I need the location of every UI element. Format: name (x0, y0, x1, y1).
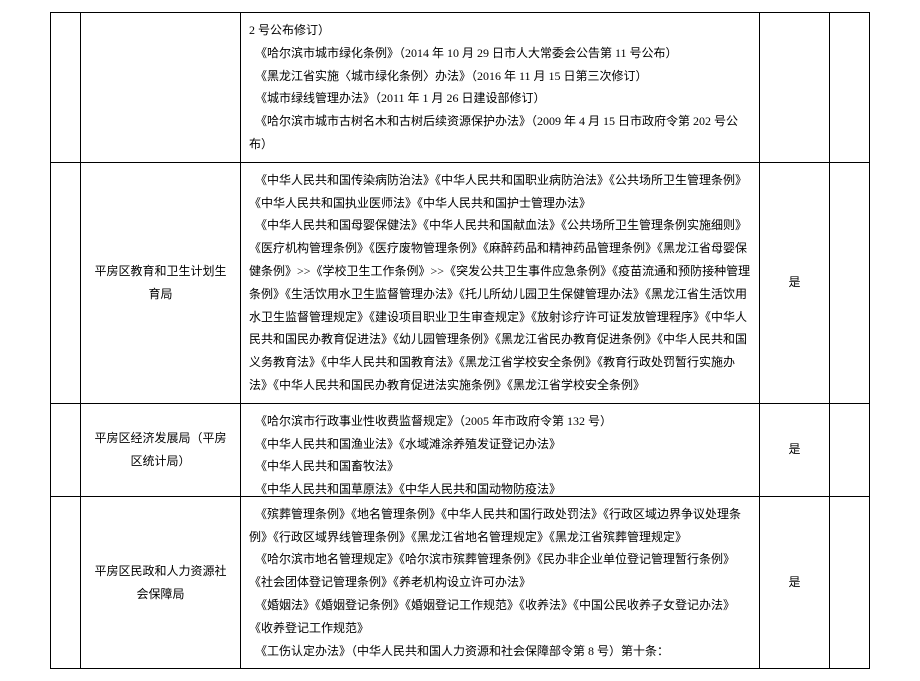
content-line: 《殡葬管理条例》《地名管理条例》《中华人民共和国行政处罚法》《行政区域边界争议处… (249, 503, 751, 549)
flag-text: 是 (788, 442, 800, 456)
content-line: 2 号公布修订） (249, 19, 751, 42)
cell-index (51, 13, 81, 163)
content-line: 《哈尔滨市城市古树名木和古树后续资源保护办法》（2009 年 4 月 15 日市… (249, 110, 751, 156)
table-row: 平房区教育和卫生计划生育局 《中华人民共和国传染病防治法》《中华人民共和国职业病… (51, 162, 870, 403)
content-line: 《中华人民共和国母婴保健法》《中华人民共和国献血法》《公共场所卫生管理条例实施细… (249, 214, 751, 396)
dept-text: 平房区民政和人力资源社会保障局 (94, 564, 226, 601)
content-line: 《哈尔滨市行政事业性收费监督规定》（2005 年市政府令第 132 号） (249, 410, 751, 433)
content-line: 《婚姻法》《婚姻登记条例》《婚姻登记工作规范》《收养法》《中国公民收养子女登记办… (249, 594, 751, 640)
content-line: 《中华人民共和国草原法》《中华人民共和国动物防疫法》 (249, 478, 751, 496)
content-line: 《黑龙江省实施〈城市绿化条例〉办法》（2016 年 11 月 15 日第三次修订… (249, 65, 751, 88)
table-row: 平房区经济发展局（平房区统计局） 《哈尔滨市行政事业性收费监督规定》（2005 … (51, 403, 870, 496)
cell-flag: 是 (760, 162, 830, 403)
table-body: 2 号公布修订） 《哈尔滨市城市绿化条例》（2014 年 10 月 29 日市人… (51, 13, 870, 669)
flag-text: 是 (788, 275, 800, 289)
content-line: 《哈尔滨市城市绿化条例》（2014 年 10 月 29 日市人大常委会公告第 1… (249, 42, 751, 65)
regulation-table: 2 号公布修订） 《哈尔滨市城市绿化条例》（2014 年 10 月 29 日市人… (50, 12, 870, 669)
cell-content: 《哈尔滨市行政事业性收费监督规定》（2005 年市政府令第 132 号） 《中华… (241, 403, 760, 496)
cell-dept (81, 13, 241, 163)
cell-extra (830, 403, 870, 496)
dept-text: 平房区经济发展局（平房区统计局） (94, 431, 226, 468)
content-line: 《中华人民共和国渔业法》《水域滩涂养殖发证登记办法》 (249, 433, 751, 456)
cell-flag: 是 (760, 403, 830, 496)
cell-extra (830, 496, 870, 669)
content-line: 《哈尔滨市地名管理规定》《哈尔滨市殡葬管理条例》《民办非企业单位登记管理暂行条例… (249, 548, 751, 594)
cell-dept: 平房区经济发展局（平房区统计局） (81, 403, 241, 496)
cell-index (51, 403, 81, 496)
content-line: 《城市绿线管理办法》（2011 年 1 月 26 日建设部修订） (249, 87, 751, 110)
content-line: 《中华人民共和国传染病防治法》《中华人民共和国职业病防治法》《公共场所卫生管理条… (249, 169, 751, 215)
cell-flag: 是 (760, 496, 830, 669)
cell-dept: 平房区民政和人力资源社会保障局 (81, 496, 241, 669)
cell-dept: 平房区教育和卫生计划生育局 (81, 162, 241, 403)
flag-text: 是 (788, 575, 800, 589)
cell-content: 2 号公布修订） 《哈尔滨市城市绿化条例》（2014 年 10 月 29 日市人… (241, 13, 760, 163)
content-line: 《中华人民共和国畜牧法》 (249, 455, 751, 478)
dept-text: 平房区教育和卫生计划生育局 (94, 264, 226, 301)
cell-extra (830, 162, 870, 403)
cell-index (51, 496, 81, 669)
cell-content: 《殡葬管理条例》《地名管理条例》《中华人民共和国行政处罚法》《行政区域边界争议处… (241, 496, 760, 669)
cell-flag (760, 13, 830, 163)
table-row: 2 号公布修订） 《哈尔滨市城市绿化条例》（2014 年 10 月 29 日市人… (51, 13, 870, 163)
cell-index (51, 162, 81, 403)
cell-extra (830, 13, 870, 163)
cell-content: 《中华人民共和国传染病防治法》《中华人民共和国职业病防治法》《公共场所卫生管理条… (241, 162, 760, 403)
table-row: 平房区民政和人力资源社会保障局 《殡葬管理条例》《地名管理条例》《中华人民共和国… (51, 496, 870, 669)
